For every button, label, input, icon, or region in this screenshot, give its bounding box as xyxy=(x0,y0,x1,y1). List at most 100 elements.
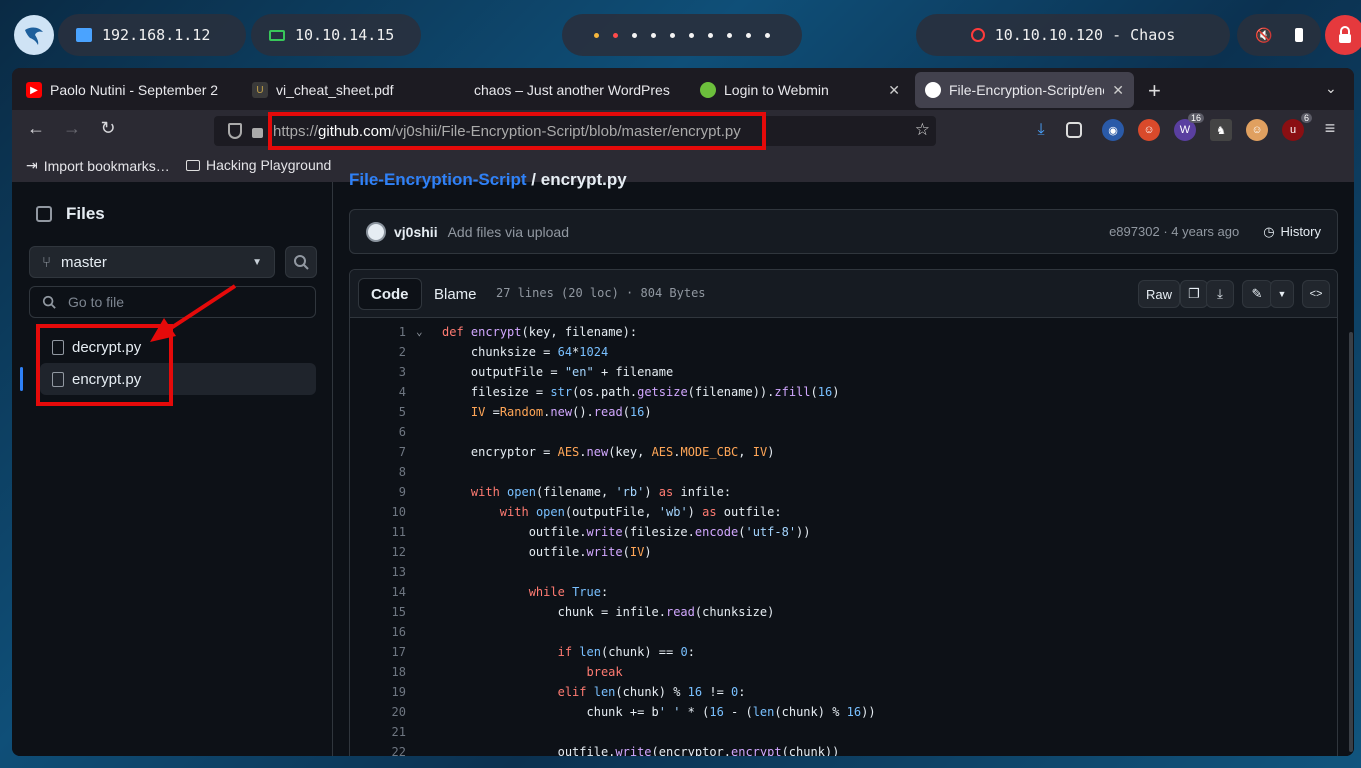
breadcrumb-repo-link[interactable]: File-Encryption-Script xyxy=(349,170,527,189)
workspace-dot[interactable] xyxy=(708,32,713,38)
branch-selector[interactable]: ⑂ master ▼ xyxy=(29,246,275,278)
workspace-dot[interactable] xyxy=(594,32,599,38)
shield-icon[interactable] xyxy=(228,123,242,139)
line-number[interactable]: 13 xyxy=(350,562,406,582)
bookmark-hacking-playground[interactable]: Hacking Playground xyxy=(186,157,331,173)
avatar[interactable] xyxy=(366,221,386,242)
local-ip-text: 192.168.1.12 xyxy=(102,26,211,44)
vpn-ip-widget[interactable]: 10.10.14.15 xyxy=(251,14,421,56)
reload-icon[interactable]: ↻ xyxy=(96,118,120,139)
system-tray[interactable]: 🔇 xyxy=(1237,14,1321,56)
tab-code[interactable]: Code xyxy=(358,278,422,310)
target-widget[interactable]: 10.10.10.120 - Chaos xyxy=(916,14,1230,56)
line-number[interactable]: 7 xyxy=(350,442,406,462)
ublock-icon[interactable]: u6 xyxy=(1282,113,1312,141)
line-number[interactable]: 4 xyxy=(350,382,406,402)
search-button[interactable] xyxy=(285,246,317,278)
file-item-decrypt[interactable]: decrypt.py xyxy=(40,331,316,363)
go-to-file-input[interactable]: Go to file xyxy=(29,286,316,318)
santa-icon[interactable]: ☺ xyxy=(1138,119,1160,141)
puzzle-icon[interactable] xyxy=(1066,122,1082,138)
tab-chaos-wordpress[interactable]: chaos – Just another WordPres xyxy=(464,72,690,108)
download-icon[interactable]: ⤓ xyxy=(1030,119,1052,141)
tab-pdf[interactable]: U vi_cheat_sheet.pdf xyxy=(242,72,464,108)
url-text[interactable]: https://github.com/vj0shii/File-Encrypti… xyxy=(273,123,741,140)
kali-menu-button[interactable] xyxy=(14,15,54,55)
nav-bar: ← → ↻ https://github.com/vj0shii/File-En… xyxy=(12,110,1354,150)
commit-author[interactable]: vj0shii xyxy=(394,224,438,240)
line-source: outfile.write(filesize.encode('utf-8')) xyxy=(442,525,811,539)
hamburger-menu-icon[interactable]: ≡ xyxy=(1318,118,1342,139)
collapse-sidebar-icon[interactable] xyxy=(36,206,52,222)
battery-icon[interactable] xyxy=(1294,28,1303,42)
import-icon: ⇥ xyxy=(26,157,38,173)
symbols-panel-button[interactable]: <> xyxy=(1302,280,1330,308)
line-number[interactable]: 5 xyxy=(350,402,406,422)
hackbar-icon[interactable]: ☺ xyxy=(1246,119,1268,141)
line-number[interactable]: 2 xyxy=(350,342,406,362)
line-number[interactable]: 19 xyxy=(350,682,406,702)
forward-icon[interactable]: → xyxy=(60,118,84,139)
workspace-switcher[interactable] xyxy=(562,14,802,56)
local-ip-widget[interactable]: 192.168.1.12 xyxy=(58,14,246,56)
copy-raw-button[interactable]: ❐ xyxy=(1180,280,1208,308)
line-number[interactable]: 10 xyxy=(350,502,406,522)
workspace-dot[interactable] xyxy=(613,32,618,38)
history-button[interactable]: ◷ History xyxy=(1263,224,1321,240)
padlock-icon[interactable] xyxy=(252,128,263,138)
extension-badge: 16 xyxy=(1187,113,1204,123)
line-number[interactable]: 6 xyxy=(350,422,406,442)
workspace-dot[interactable] xyxy=(689,32,694,38)
foxyproxy-icon[interactable]: ◉ xyxy=(1102,119,1124,141)
commit-message[interactable]: Add files via upload xyxy=(448,224,569,240)
line-number[interactable]: 20 xyxy=(350,702,406,722)
edit-button[interactable]: ✎ xyxy=(1242,280,1272,308)
line-number[interactable]: 22 xyxy=(350,742,406,756)
line-number[interactable]: 14 xyxy=(350,582,406,602)
bookmark-import[interactable]: ⇥ Import bookmarks… xyxy=(26,157,170,174)
line-number[interactable]: 11 xyxy=(350,522,406,542)
list-all-tabs-icon[interactable]: ⌄ xyxy=(1325,80,1337,97)
workspace-dot[interactable] xyxy=(670,32,675,38)
new-tab-button[interactable]: + xyxy=(1148,78,1161,104)
line-number[interactable]: 8 xyxy=(350,462,406,482)
code-line: 14 while True: xyxy=(350,582,1337,602)
back-icon[interactable]: ← xyxy=(24,118,48,139)
fold-chevron-icon[interactable]: ⌄ xyxy=(416,322,423,342)
line-source: def encrypt(key, filename): xyxy=(442,325,638,339)
workspace-dot[interactable] xyxy=(746,32,751,38)
download-raw-button[interactable]: ⤓ xyxy=(1206,280,1234,308)
wappalyzer-icon[interactable]: W 16 xyxy=(1174,113,1204,141)
scrollbar[interactable] xyxy=(1349,332,1353,752)
workspace-dot[interactable] xyxy=(632,32,637,38)
commit-sha[interactable]: e897302 xyxy=(1109,224,1160,239)
file-item-encrypt[interactable]: encrypt.py xyxy=(40,363,316,395)
cookie-editor-icon[interactable]: ♞ xyxy=(1210,119,1232,141)
line-number[interactable]: 16 xyxy=(350,622,406,642)
line-number[interactable]: 21 xyxy=(350,722,406,742)
workspace-dot[interactable] xyxy=(765,32,770,38)
tab-blame[interactable]: Blame xyxy=(422,278,489,310)
line-number[interactable]: 12 xyxy=(350,542,406,562)
tab-youtube[interactable]: ▶ Paolo Nutini - September 2 xyxy=(16,72,242,108)
chevron-down-icon: ▼ xyxy=(1277,289,1287,299)
workspace-dot[interactable] xyxy=(651,32,656,38)
edit-options-button[interactable]: ▼ xyxy=(1270,280,1294,308)
tab-github[interactable]: File-Encryption-Script/encr ✕ xyxy=(915,72,1134,108)
tab-webmin[interactable]: Login to Webmin ✕ xyxy=(690,72,910,108)
line-number[interactable]: 9 xyxy=(350,482,406,502)
close-tab-icon[interactable]: ✕ xyxy=(888,82,900,99)
lock-button[interactable] xyxy=(1325,15,1361,55)
workspace-dot[interactable] xyxy=(727,32,732,38)
line-number[interactable]: 3 xyxy=(350,362,406,382)
line-number[interactable]: 15 xyxy=(350,602,406,622)
volume-muted-icon[interactable]: 🔇 xyxy=(1255,27,1272,44)
bookmark-star-icon[interactable]: ☆ xyxy=(915,120,930,140)
line-number[interactable]: 1 xyxy=(350,322,406,342)
raw-button[interactable]: Raw xyxy=(1138,280,1180,308)
line-number[interactable]: 18 xyxy=(350,662,406,682)
close-tab-icon[interactable]: ✕ xyxy=(1112,82,1124,99)
github-icon xyxy=(925,82,941,98)
url-bar[interactable]: https://github.com/vj0shii/File-Encrypti… xyxy=(214,116,936,146)
line-number[interactable]: 17 xyxy=(350,642,406,662)
